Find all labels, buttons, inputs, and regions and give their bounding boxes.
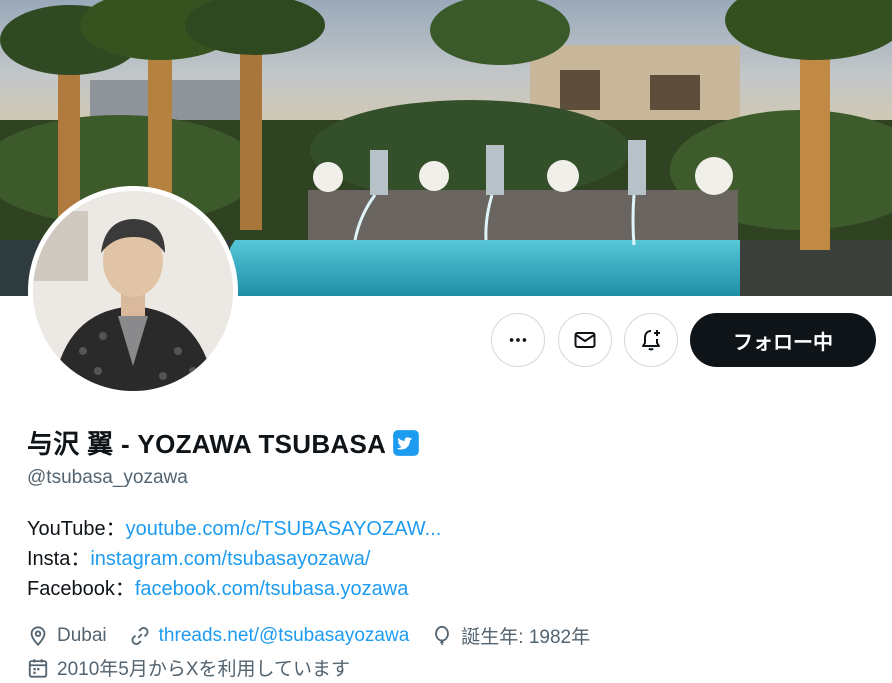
display-name: 与沢 翼 - YOZAWA TSUBASA (27, 429, 387, 459)
bio-facebook-label: Facebook： (27, 578, 135, 600)
mail-icon (574, 332, 596, 348)
calendar-icon (28, 658, 48, 678)
profile-meta-row: Dubai threads.net/@tsubasayozawa 誕生年: 19… (27, 622, 612, 649)
bio-insta-label: Insta： (27, 548, 91, 570)
balloon-icon (435, 625, 450, 645)
profile-bio: YouTube：youtube.com/c/TSUBASAYOZAW... In… (27, 514, 441, 604)
joined-text: 2010年5月からXを利用しています (57, 659, 350, 680)
message-button[interactable] (558, 313, 612, 367)
location-pin-icon (30, 625, 46, 646)
bio-insta-line: Insta：instagram.com/tsubasayozawa/ (27, 544, 441, 574)
location-item: Dubai (27, 625, 107, 647)
more-icon (509, 338, 527, 342)
bell-plus-icon (642, 330, 660, 351)
bio-youtube-label: YouTube： (27, 518, 126, 540)
website-link[interactable]: threads.net/@tsubasayozawa (159, 625, 410, 647)
instagram-link[interactable]: instagram.com/tsubasayozawa/ (90, 548, 370, 570)
birth-item: 誕生年: 1982年 (431, 622, 590, 649)
avatar-photo (33, 191, 233, 391)
profile-name-row: 与沢 翼 - YOZAWA TSUBASA (27, 424, 420, 461)
profile-handle: @tsubasa_yozawa (27, 467, 188, 488)
bio-facebook-line: Facebook：facebook.com/tsubasa.yozawa (27, 574, 441, 604)
profile-joined-row: 2010年5月からXを利用しています (27, 654, 372, 681)
website-item: threads.net/@tsubasayozawa (129, 625, 410, 647)
verified-badge-icon[interactable] (392, 429, 420, 457)
profile-avatar[interactable] (28, 186, 238, 396)
facebook-link[interactable]: facebook.com/tsubasa.yozawa (135, 578, 409, 600)
notify-button[interactable] (624, 313, 678, 367)
youtube-link[interactable]: youtube.com/c/TSUBASAYOZAW... (126, 518, 442, 540)
birth-text: 誕生年: 1982年 (461, 627, 591, 648)
following-button[interactable]: フォロー中 (690, 313, 876, 367)
more-button[interactable] (491, 313, 545, 367)
joined-item: 2010年5月からXを利用しています (27, 654, 350, 681)
bio-youtube-line: YouTube：youtube.com/c/TSUBASAYOZAW... (27, 514, 441, 544)
location-text: Dubai (57, 624, 107, 646)
link-icon (131, 626, 149, 645)
